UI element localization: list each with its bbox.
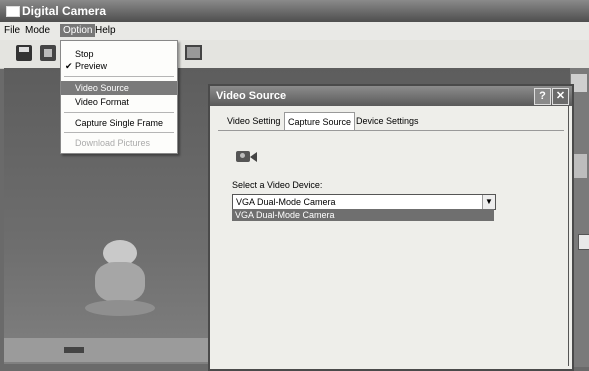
monitor-icon[interactable] <box>185 45 202 60</box>
preview-floor-mark <box>64 347 84 353</box>
check-icon: ✔ <box>65 61 73 71</box>
menu-bar: File Mode Option Help <box>0 22 589 40</box>
menu-item-video-format[interactable]: Video Format <box>61 95 177 109</box>
video-camera-icon <box>236 148 258 164</box>
save-icon[interactable] <box>16 45 32 61</box>
menu-separator <box>64 132 174 133</box>
menu-item-download-pictures: Download Pictures <box>75 138 151 148</box>
dropdown-arrow-icon[interactable]: ▼ <box>482 195 495 209</box>
menu-file[interactable]: File <box>4 25 20 36</box>
video-device-value: VGA Dual-Mode Camera <box>236 197 336 207</box>
device-label: Select a Video Device: <box>232 180 323 190</box>
tab-device-settings[interactable]: Device Settings <box>353 114 422 129</box>
option-menu: Stop ✔ Preview Video Source Video Format… <box>60 40 178 154</box>
save-all-icon[interactable] <box>40 45 56 61</box>
toy-body <box>95 262 145 302</box>
window-title: Digital Camera <box>22 4 107 18</box>
dialog-title: Video Source <box>216 90 287 102</box>
video-device-select[interactable]: VGA Dual-Mode Camera ▼ <box>232 194 496 210</box>
tab-video-setting[interactable]: Video Setting <box>224 114 283 129</box>
menu-item-video-source[interactable]: Video Source <box>61 81 177 95</box>
menu-item-capture-single-frame[interactable]: Capture Single Frame <box>61 116 177 130</box>
help-button[interactable]: ? <box>534 88 551 105</box>
app-icon <box>6 6 20 17</box>
menu-item-preview[interactable]: ✔ Preview <box>61 59 177 73</box>
toy-foot <box>85 300 155 316</box>
menu-help[interactable]: Help <box>95 25 116 36</box>
background-block <box>578 234 589 250</box>
video-source-dialog: Video Source ? ✕ Video Setting Capture S… <box>208 84 574 371</box>
menu-separator <box>64 112 174 113</box>
close-button[interactable]: ✕ <box>552 88 569 105</box>
tab-capture-source[interactable]: Capture Source <box>284 112 356 131</box>
menu-separator <box>64 76 174 77</box>
menu-option[interactable]: Option <box>60 24 96 37</box>
title-bar: Digital Camera <box>0 0 589 22</box>
dialog-title-bar: Video Source ? ✕ <box>210 86 572 106</box>
toy-figure-image <box>85 240 155 320</box>
tab-divider <box>218 130 564 131</box>
preview-floor <box>4 338 214 362</box>
dialog-inner-border <box>568 106 569 366</box>
menu-mode[interactable]: Mode <box>25 25 50 36</box>
video-device-option[interactable]: VGA Dual-Mode Camera <box>232 209 494 221</box>
